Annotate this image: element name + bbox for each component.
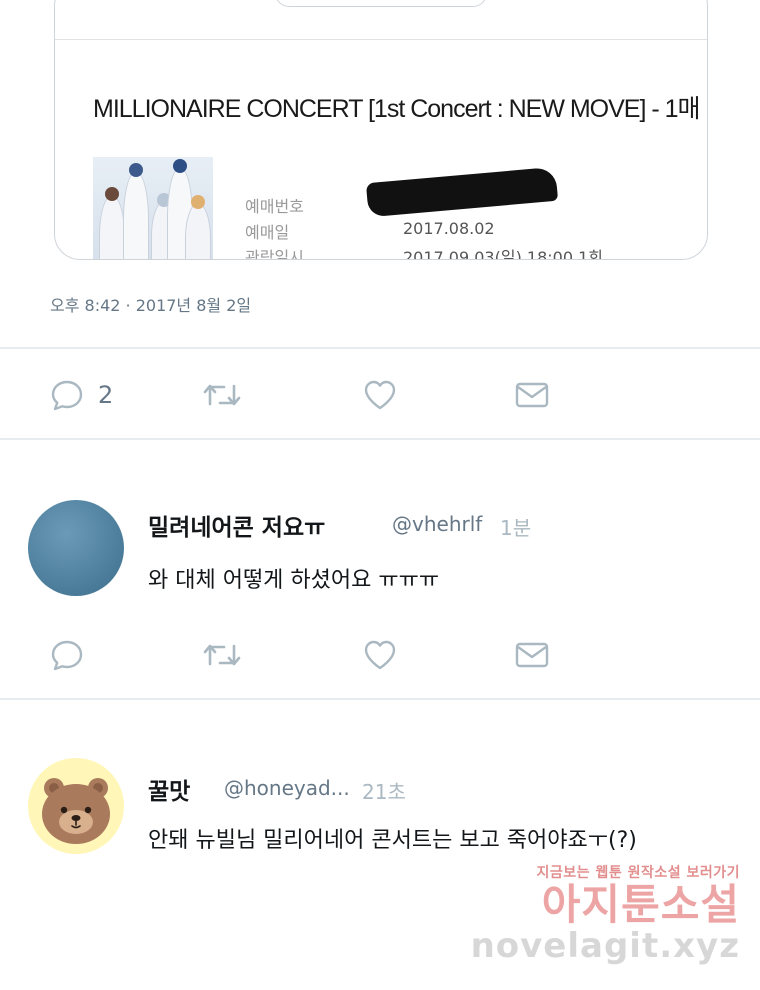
card-divider xyxy=(55,39,707,40)
show-datetime-value: 2017.09.03(일) 18:00 1회 xyxy=(403,248,603,260)
reply-button[interactable] xyxy=(50,638,84,672)
reply-time[interactable]: 21초 xyxy=(362,776,406,805)
watermark-logo: 아지툰소설 xyxy=(541,880,740,929)
redacted-booking-number xyxy=(365,166,559,218)
tweet-timestamp: 오후 8:42 · 2017년 8월 2일 xyxy=(50,296,252,315)
reply-actions xyxy=(0,638,760,678)
reply-text: 안돼 뉴빌님 밀리어네어 콘서트는 보고 죽어야죠ㅜ(?) xyxy=(148,828,637,853)
heart-icon xyxy=(364,640,396,670)
watermark-tagline: 지금보는 웹툰 원작소설 보러가기 xyxy=(536,865,740,881)
tweet-actions: 2 xyxy=(0,378,760,418)
reply-button[interactable]: 2 xyxy=(50,378,113,412)
divider xyxy=(0,438,760,440)
envelope-icon xyxy=(515,642,549,668)
avatar[interactable] xyxy=(28,500,124,596)
reply-text: 와 대체 어떻게 하셨어요 ㅠㅠㅠ xyxy=(148,568,440,593)
reply-author-name[interactable]: 꿀맛 xyxy=(148,772,190,806)
ticket-card[interactable]: MILLIONAIRE CONCERT [1st Concert : NEW M… xyxy=(54,0,708,260)
watermark-url: novelagit.xyz xyxy=(470,926,740,967)
like-button[interactable] xyxy=(362,638,398,672)
reply-count: 2 xyxy=(98,381,114,409)
divider xyxy=(0,347,760,349)
booking-date-label: 예매일 xyxy=(245,223,290,242)
reply-time[interactable]: 1분 xyxy=(500,512,531,541)
retweet-button[interactable] xyxy=(202,378,242,412)
booking-number-label: 예매번호 xyxy=(245,197,304,216)
dm-button[interactable] xyxy=(514,378,550,412)
reply-author-handle[interactable]: @honeyad... xyxy=(224,776,350,800)
retweet-button[interactable] xyxy=(202,638,242,672)
concert-poster-image xyxy=(93,157,213,259)
reply-icon xyxy=(51,640,83,671)
retweet-icon xyxy=(203,384,241,406)
retweet-icon xyxy=(203,644,241,666)
divider xyxy=(0,698,760,700)
bear-icon xyxy=(42,778,110,844)
booking-date-value: 2017.08.02 xyxy=(403,219,495,238)
ticket-title: MILLIONAIRE CONCERT [1st Concert : NEW M… xyxy=(93,95,701,123)
like-button[interactable] xyxy=(362,378,398,412)
site-watermark: 지금보는 웹툰 원작소설 보러가기 아지툰소설 novelagit.xyz xyxy=(471,862,740,966)
show-datetime-label: 관람일시 xyxy=(245,248,304,260)
card-button-edge xyxy=(275,0,487,7)
reply-author-handle[interactable]: @vhehrlf xyxy=(392,512,482,536)
reply-icon xyxy=(51,380,83,411)
heart-icon xyxy=(364,380,396,410)
reply-author-name[interactable]: 밀려네어콘 저요ㅠ xyxy=(148,508,325,542)
dm-button[interactable] xyxy=(514,638,550,672)
avatar[interactable] xyxy=(28,758,124,854)
envelope-icon xyxy=(515,382,549,408)
